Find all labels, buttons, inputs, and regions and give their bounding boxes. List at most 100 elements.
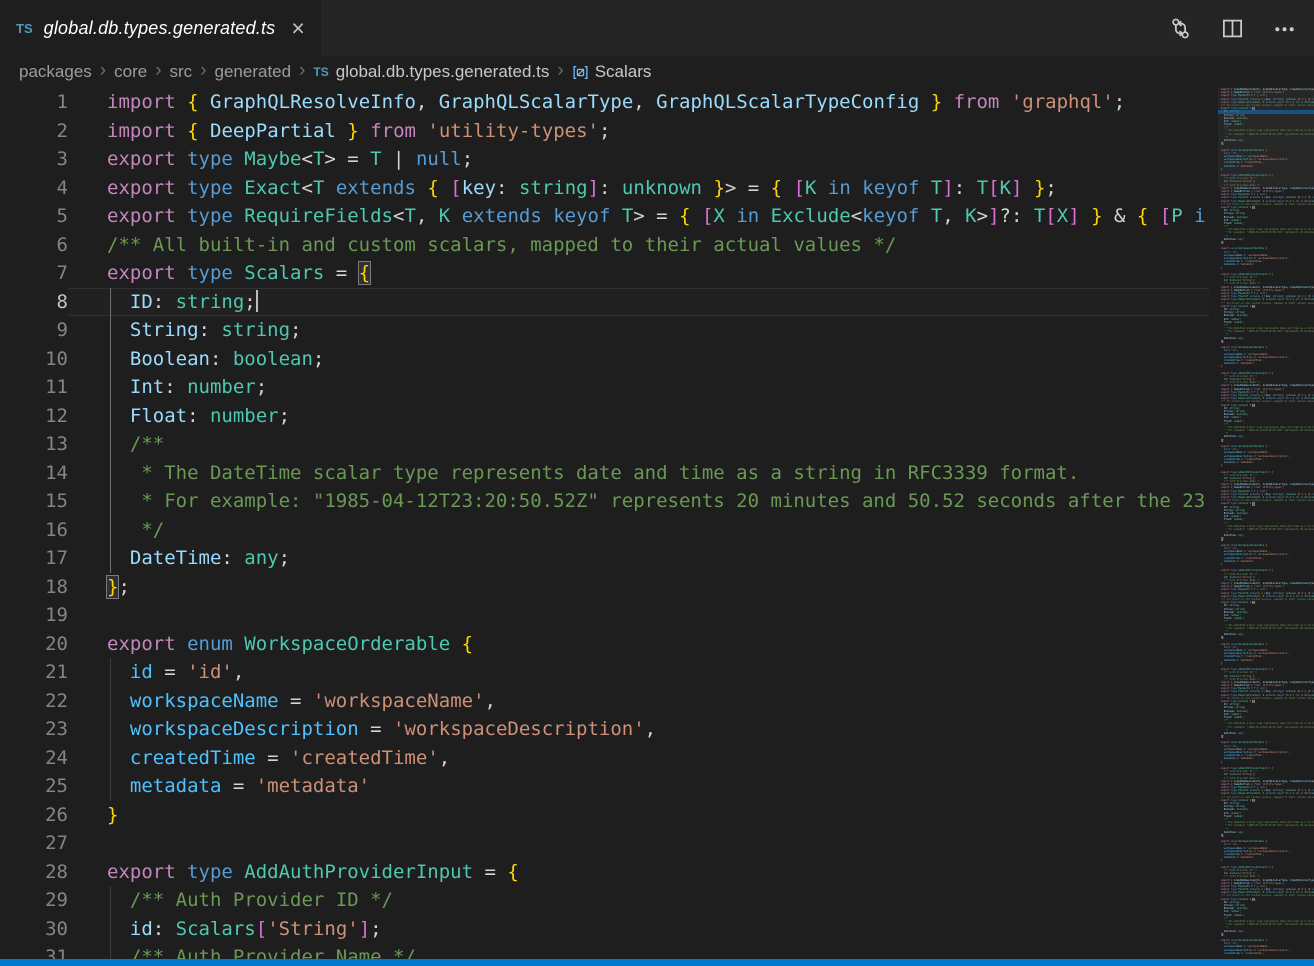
code-line-23[interactable]: 23 workspaceDescription = 'workspaceDesc… bbox=[0, 715, 1209, 744]
code-line-17[interactable]: 17 DateTime: any; bbox=[0, 544, 1209, 573]
code-line-6[interactable]: 6/** All built-in and custom scalars, ma… bbox=[0, 231, 1209, 260]
breadcrumb: packages›core›src›generated›TSglobal.db.… bbox=[0, 56, 1314, 88]
code-line-content[interactable]: export type AddAuthProviderInput = { bbox=[68, 858, 1209, 887]
minimap-content: import { GraphQLResolveInfo, GraphQLScal… bbox=[1218, 88, 1314, 955]
code-line-content[interactable]: import { DeepPartial } from 'utility-typ… bbox=[68, 117, 1209, 146]
indent-guide bbox=[110, 943, 111, 959]
code-line-content[interactable]: createdTime = 'createdTime', bbox=[68, 744, 1209, 773]
code-line-content[interactable]: export type Exact<T extends { [key: stri… bbox=[68, 174, 1209, 203]
code-line-content[interactable]: export type Scalars = { bbox=[68, 259, 1209, 288]
breadcrumb-item-src[interactable]: src bbox=[170, 62, 193, 82]
code-line-content[interactable]: Int: number; bbox=[68, 373, 1209, 402]
code-line-content[interactable]: export type RequireFields<T, K extends k… bbox=[68, 202, 1209, 231]
code-line-8[interactable]: 8 ID: string; bbox=[0, 288, 1209, 317]
code-line-content[interactable]: id = 'id', bbox=[68, 658, 1209, 687]
code-line-21[interactable]: 21 id = 'id', bbox=[0, 658, 1209, 687]
code-line-content[interactable]: */ bbox=[68, 516, 1209, 545]
code-line-content[interactable] bbox=[68, 829, 1209, 858]
breadcrumb-item-core[interactable]: core bbox=[114, 62, 147, 82]
open-changes-icon[interactable] bbox=[1169, 17, 1192, 40]
breadcrumb-item-packages[interactable]: packages bbox=[19, 62, 92, 82]
code-line-2[interactable]: 2import { DeepPartial } from 'utility-ty… bbox=[0, 117, 1209, 146]
code-line-content[interactable]: workspaceName = 'workspaceName', bbox=[68, 687, 1209, 716]
line-number: 9 bbox=[0, 316, 68, 345]
code-line-15[interactable]: 15 * For example: "1985-04-12T23:20:50.5… bbox=[0, 487, 1209, 516]
breadcrumb-item-generated[interactable]: generated bbox=[215, 62, 292, 82]
code-line-22[interactable]: 22 workspaceName = 'workspaceName', bbox=[0, 687, 1209, 716]
line-number: 23 bbox=[0, 715, 68, 744]
code-line-content[interactable]: DateTime: any; bbox=[68, 544, 1209, 573]
code-line-content[interactable]: export enum WorkspaceOrderable { bbox=[68, 630, 1209, 659]
code-line-content[interactable]: Boolean: boolean; bbox=[68, 345, 1209, 374]
code-line-content[interactable]: /** All built-in and custom scalars, map… bbox=[68, 231, 1209, 260]
indent-guide bbox=[110, 316, 111, 345]
code-line-content[interactable]: ID: string; bbox=[68, 288, 1209, 317]
code-line-content[interactable]: * For example: "1985-04-12T23:20:50.52Z"… bbox=[68, 487, 1209, 516]
code-line-28[interactable]: 28export type AddAuthProviderInput = { bbox=[0, 858, 1209, 887]
code-editor[interactable]: 1import { GraphQLResolveInfo, GraphQLSca… bbox=[0, 88, 1209, 959]
indent-guide bbox=[110, 544, 111, 573]
code-line-20[interactable]: 20export enum WorkspaceOrderable { bbox=[0, 630, 1209, 659]
code-line-14[interactable]: 14 * The DateTime scalar type represents… bbox=[0, 459, 1209, 488]
code-line-content[interactable]: }; bbox=[68, 573, 1209, 602]
code-line-content[interactable] bbox=[68, 601, 1209, 630]
line-number: 6 bbox=[0, 231, 68, 260]
code-line-3[interactable]: 3export type Maybe<T> = T | null; bbox=[0, 145, 1209, 174]
code-line-content[interactable]: String: string; bbox=[68, 316, 1209, 345]
code-line-31[interactable]: 31 /** Auth Provider Name */ bbox=[0, 943, 1209, 959]
line-number: 25 bbox=[0, 772, 68, 801]
indent-guide bbox=[110, 459, 111, 488]
code-line-30[interactable]: 30 id: Scalars['String']; bbox=[0, 915, 1209, 944]
code-line-27[interactable]: 27 bbox=[0, 829, 1209, 858]
code-line-1[interactable]: 1import { GraphQLResolveInfo, GraphQLSca… bbox=[0, 88, 1209, 117]
code-line-19[interactable]: 19 bbox=[0, 601, 1209, 630]
code-line-5[interactable]: 5export type RequireFields<T, K extends … bbox=[0, 202, 1209, 231]
symbol-type-icon bbox=[572, 64, 589, 81]
code-line-29[interactable]: 29 /** Auth Provider ID */ bbox=[0, 886, 1209, 915]
code-line-18[interactable]: 18}; bbox=[0, 573, 1209, 602]
line-number: 27 bbox=[0, 829, 68, 858]
status-bar-edge bbox=[0, 959, 1314, 966]
breadcrumb-item-file[interactable]: global.db.types.generated.ts bbox=[336, 62, 550, 82]
minimap-slider[interactable] bbox=[1218, 88, 1314, 187]
code-line-content[interactable]: export type Maybe<T> = T | null; bbox=[68, 145, 1209, 174]
code-line-content[interactable]: /** bbox=[68, 430, 1209, 459]
code-line-9[interactable]: 9 String: string; bbox=[0, 316, 1209, 345]
code-line-content[interactable]: } bbox=[68, 801, 1209, 830]
code-line-13[interactable]: 13 /** bbox=[0, 430, 1209, 459]
line-number: 19 bbox=[0, 601, 68, 630]
code-line-25[interactable]: 25 metadata = 'metadata' bbox=[0, 772, 1209, 801]
code-line-26[interactable]: 26} bbox=[0, 801, 1209, 830]
code-line-content[interactable]: import { GraphQLResolveInfo, GraphQLScal… bbox=[68, 88, 1209, 117]
code-line-content[interactable]: workspaceDescription = 'workspaceDescrip… bbox=[68, 715, 1209, 744]
line-number: 13 bbox=[0, 430, 68, 459]
code-line-content[interactable]: Float: number; bbox=[68, 402, 1209, 431]
code-line-content[interactable]: /** Auth Provider Name */ bbox=[68, 943, 1209, 959]
minimap[interactable]: import { GraphQLResolveInfo, GraphQLScal… bbox=[1218, 88, 1314, 959]
code-line-content[interactable]: metadata = 'metadata' bbox=[68, 772, 1209, 801]
breadcrumb-item-symbol[interactable]: Scalars bbox=[595, 62, 652, 82]
line-number: 29 bbox=[0, 886, 68, 915]
editor-actions bbox=[1169, 0, 1296, 56]
more-actions-icon[interactable] bbox=[1273, 17, 1296, 40]
line-number: 4 bbox=[0, 174, 68, 203]
code-line-content[interactable]: * The DateTime scalar type represents da… bbox=[68, 459, 1209, 488]
code-line-10[interactable]: 10 Boolean: boolean; bbox=[0, 345, 1209, 374]
split-editor-icon[interactable] bbox=[1221, 17, 1244, 40]
code-line-16[interactable]: 16 */ bbox=[0, 516, 1209, 545]
line-number: 3 bbox=[0, 145, 68, 174]
close-tab-icon[interactable]: × bbox=[291, 17, 304, 40]
line-number: 22 bbox=[0, 687, 68, 716]
code-line-4[interactable]: 4export type Exact<T extends { [key: str… bbox=[0, 174, 1209, 203]
typescript-file-icon: TS bbox=[313, 65, 328, 79]
line-number: 20 bbox=[0, 630, 68, 659]
code-line-7[interactable]: 7export type Scalars = { bbox=[0, 259, 1209, 288]
code-line-content[interactable]: id: Scalars['String']; bbox=[68, 915, 1209, 944]
code-line-11[interactable]: 11 Int: number; bbox=[0, 373, 1209, 402]
indent-guide bbox=[110, 658, 111, 687]
code-line-12[interactable]: 12 Float: number; bbox=[0, 402, 1209, 431]
code-line-24[interactable]: 24 createdTime = 'createdTime', bbox=[0, 744, 1209, 773]
code-line-content[interactable]: /** Auth Provider ID */ bbox=[68, 886, 1209, 915]
line-number: 7 bbox=[0, 259, 68, 288]
tab-active-file[interactable]: TS global.db.types.generated.ts × bbox=[0, 0, 321, 56]
